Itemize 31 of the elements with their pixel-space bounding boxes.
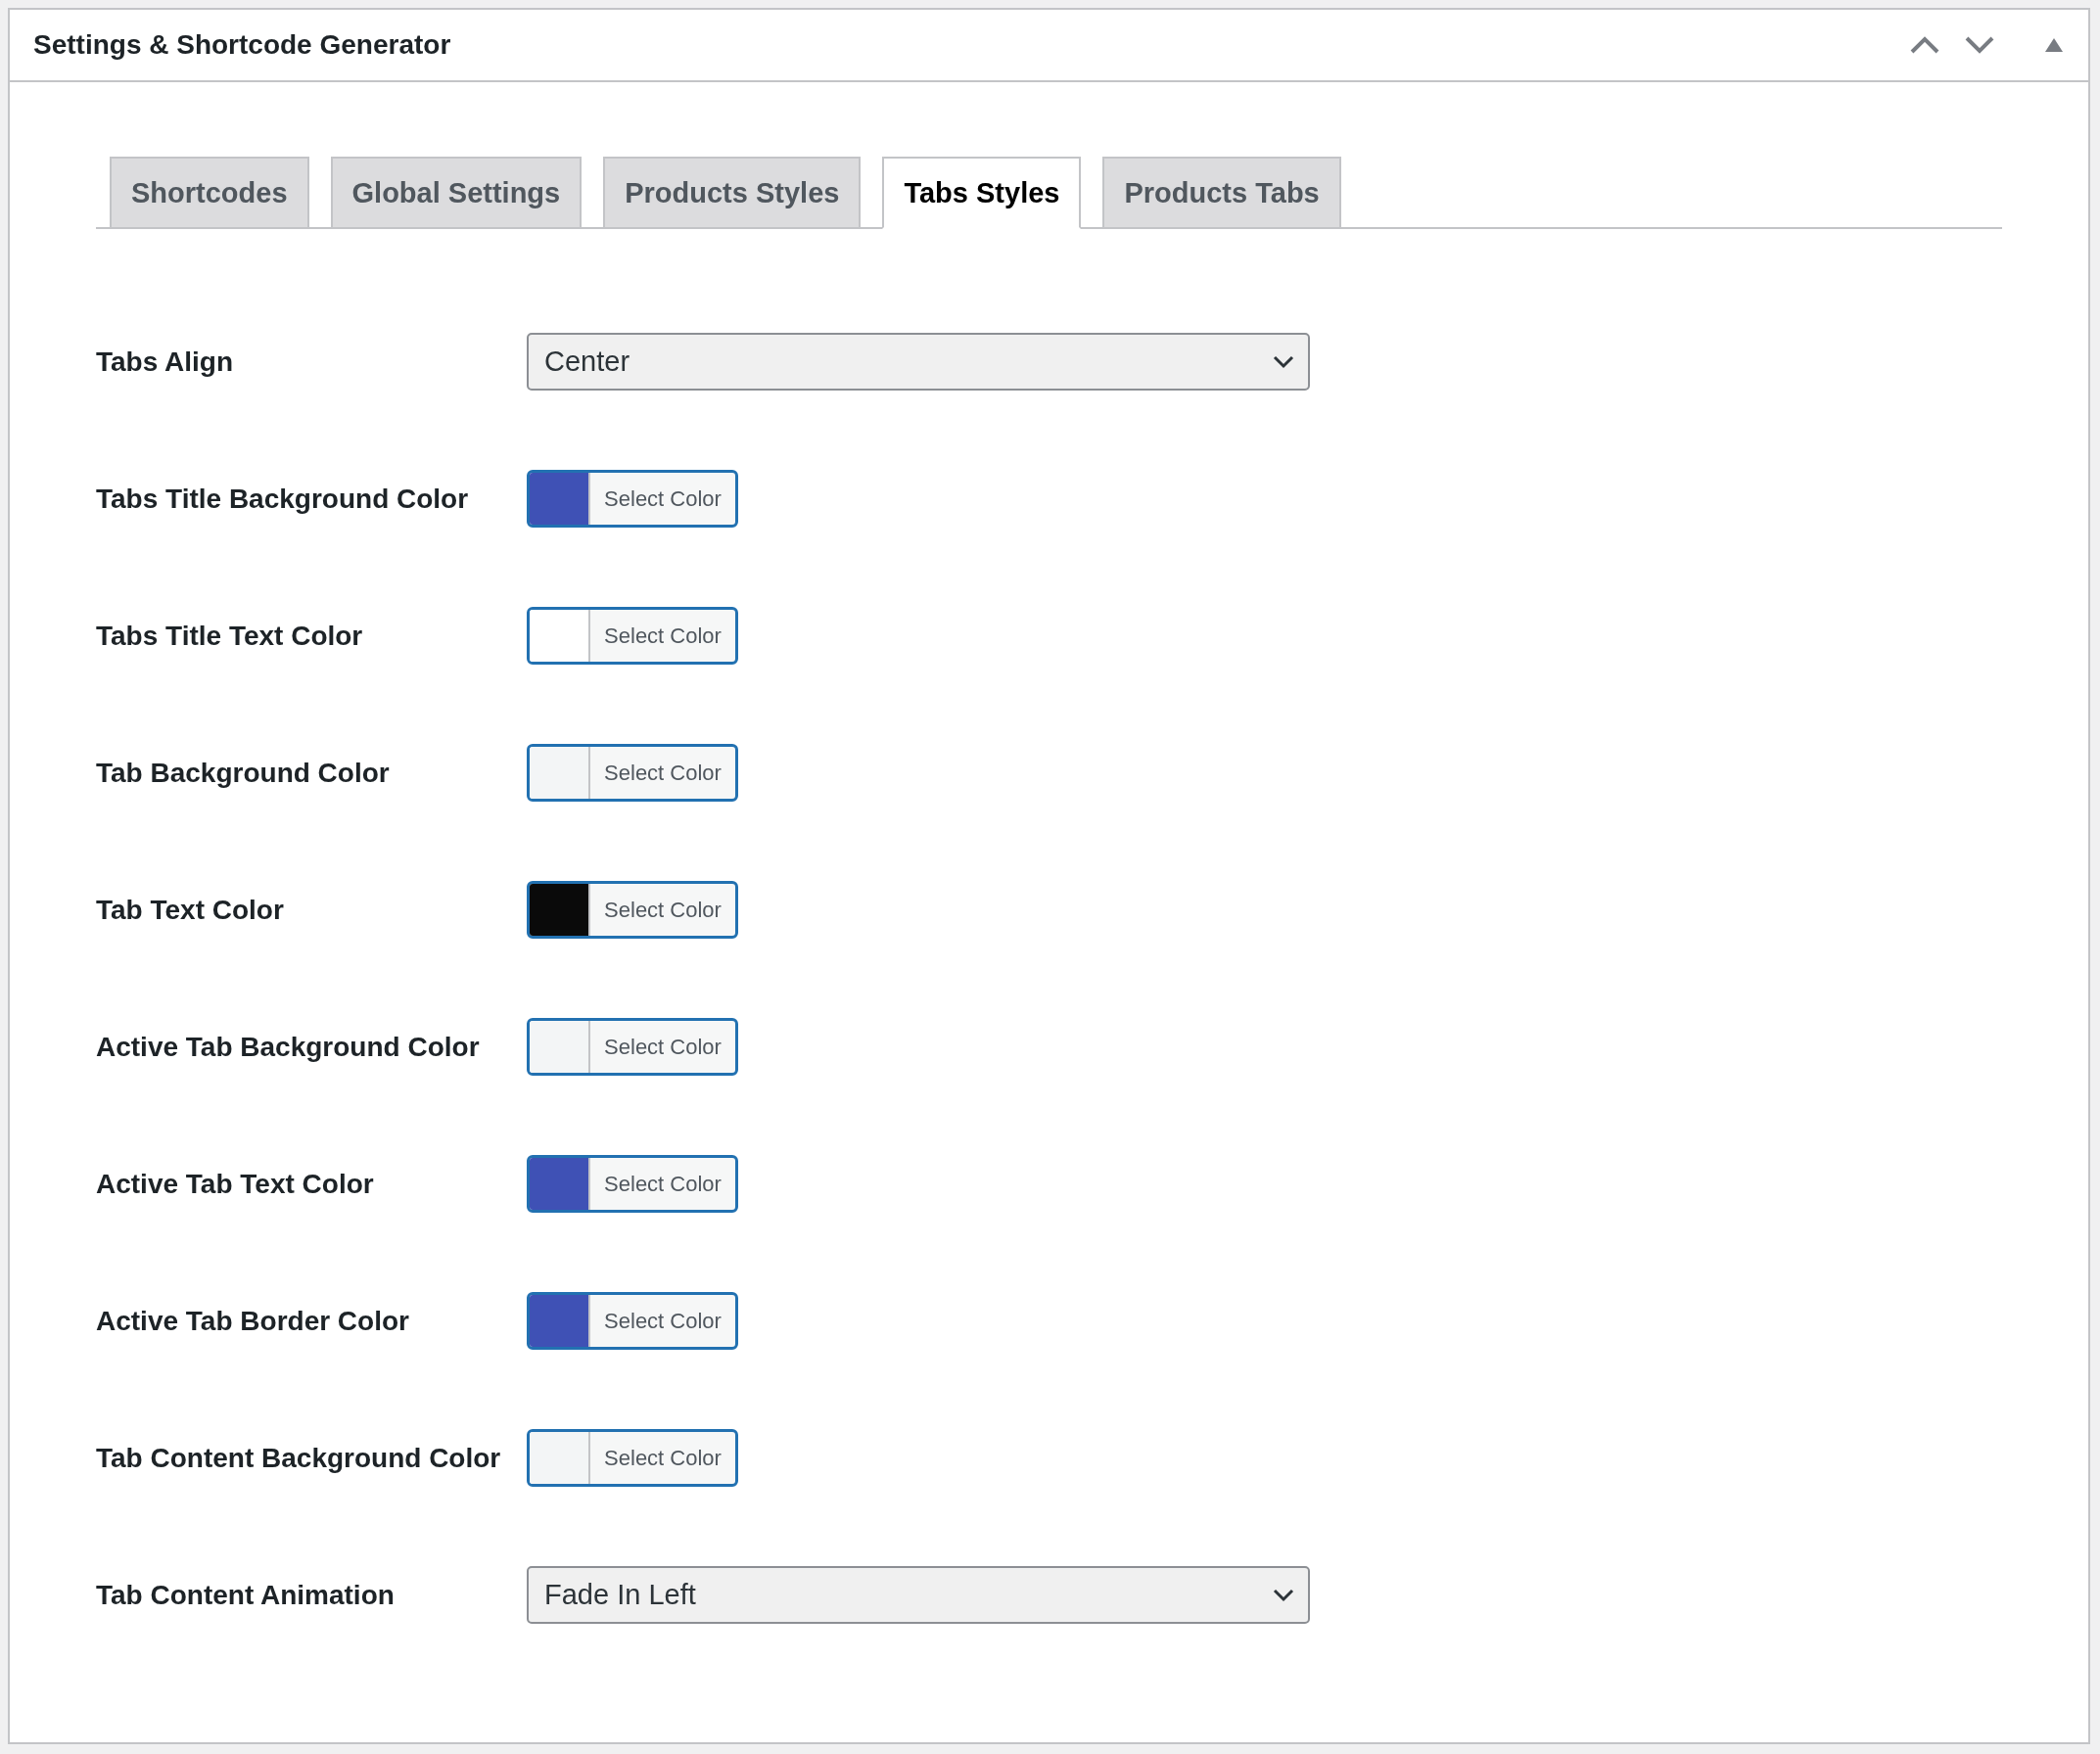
chevron-up-icon [1910, 36, 1939, 54]
settings-tab[interactable]: Global Settings [330, 157, 583, 229]
color-picker-button[interactable]: Select Color [527, 1018, 738, 1076]
setting-label: Active Tab Border Color [96, 1305, 410, 1337]
setting-label: Active Tab Background Color [96, 1031, 481, 1063]
color-picker-button[interactable]: Select Color [527, 1155, 738, 1213]
settings-tab[interactable]: Tabs Styles [882, 157, 1082, 229]
setting-label: Tab Text Color [96, 894, 285, 926]
setting-label: Tabs Title Background Color [96, 483, 470, 515]
settings-tab[interactable]: Products Tabs [1102, 157, 1341, 229]
setting-label: Tabs Align [96, 346, 234, 378]
settings-tab[interactable]: Shortcodes [110, 157, 309, 229]
color-picker-button[interactable]: Select Color [527, 470, 738, 528]
color-picker-button[interactable]: Select Color [527, 881, 738, 939]
color-picker-button[interactable]: Select Color [527, 607, 738, 665]
chevron-down-icon [1965, 36, 1994, 54]
dropdown-select[interactable]: Fade In Left [527, 1566, 1310, 1624]
settings-tab[interactable]: Products Styles [603, 157, 862, 229]
setting-label: Active Tab Text Color [96, 1168, 375, 1200]
color-picker-button[interactable]: Select Color [527, 744, 738, 802]
color-picker-button[interactable]: Select Color [527, 1429, 738, 1487]
setting-label: Tab Content Animation [96, 1579, 396, 1611]
chevron-down-icon [1273, 1588, 1294, 1602]
setting-label: Tabs Title Text Color [96, 620, 364, 652]
dropdown-select[interactable]: Center [527, 333, 1310, 391]
chevron-down-icon [1273, 354, 1294, 369]
color-picker-button[interactable]: Select Color [527, 1292, 738, 1350]
triangle-up-icon [2045, 38, 2063, 52]
setting-label: Tab Content Background Color [96, 1442, 502, 1474]
setting-label: Tab Background Color [96, 757, 391, 789]
panel-title: Settings & Shortcode Generator [33, 29, 452, 61]
